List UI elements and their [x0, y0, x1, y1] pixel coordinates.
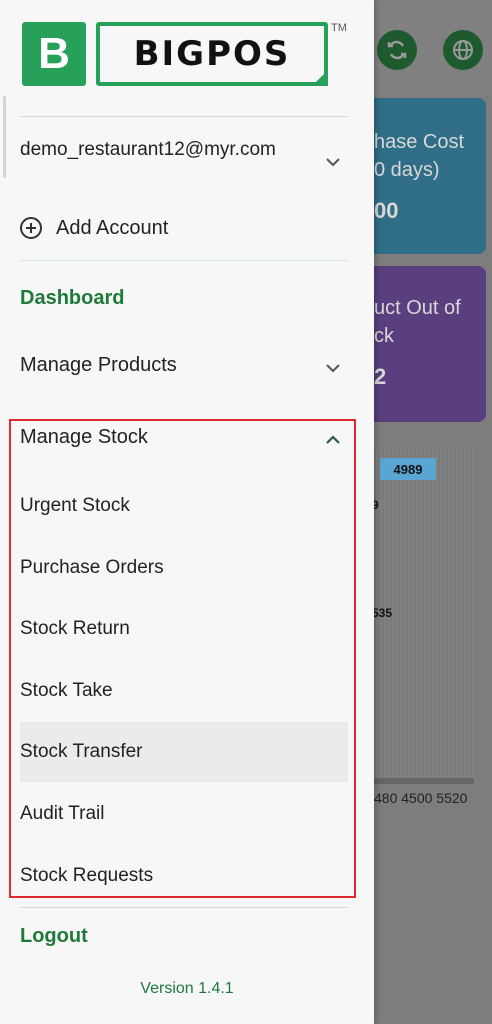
- card-subtitle: ck: [374, 325, 394, 347]
- plus-circle-icon: [20, 217, 42, 239]
- card-value: 2: [374, 364, 387, 389]
- menu-item-manage-stock[interactable]: Manage Stock: [20, 426, 148, 449]
- refresh-button[interactable]: [377, 30, 417, 70]
- out-of-stock-card: uct Out of ck 2: [374, 266, 486, 422]
- drawer-scrollbar[interactable]: [3, 96, 6, 178]
- submenu-audit-trail[interactable]: Audit Trail: [20, 784, 348, 844]
- chevron-down-icon: [326, 158, 340, 167]
- chevron-down-icon: [326, 364, 340, 373]
- logo-corner-accent: [312, 70, 328, 86]
- menu-item-manage-products[interactable]: Manage Products: [20, 354, 177, 377]
- submenu-purchase-orders[interactable]: Purchase Orders: [20, 538, 348, 598]
- menu-item-dashboard[interactable]: Dashboard: [20, 287, 124, 310]
- trademark-symbol: TM: [331, 22, 347, 34]
- divider: [20, 907, 348, 908]
- card-value: 00: [374, 198, 399, 223]
- submenu-stock-take[interactable]: Stock Take: [20, 661, 348, 721]
- brand-logo-wordmark: BIGPOS: [96, 22, 328, 86]
- divider: [20, 260, 348, 261]
- submenu-stock-return[interactable]: Stock Return: [20, 599, 348, 659]
- add-account-label: Add Account: [56, 216, 169, 239]
- chart-tag: 4989: [380, 458, 436, 480]
- submenu-stock-requests[interactable]: Stock Requests: [20, 846, 348, 906]
- manage-stock-collapse[interactable]: [323, 430, 343, 450]
- card-subtitle: 0 days): [374, 159, 440, 181]
- brand-logo-text: BIGPOS: [133, 34, 291, 74]
- account-expand-button[interactable]: [323, 152, 343, 172]
- manage-products-expand[interactable]: [323, 358, 343, 378]
- refresh-icon: [387, 40, 407, 60]
- account-email[interactable]: demo_restaurant12@myr.com: [20, 136, 310, 164]
- app-version: Version 1.4.1: [140, 980, 234, 997]
- navigation-drawer: B BIGPOS TM demo_restaurant12@myr.com Ad…: [0, 0, 374, 1024]
- submenu-urgent-stock[interactable]: Urgent Stock: [20, 476, 348, 536]
- card-title: hase Cost: [374, 131, 465, 153]
- purchase-cost-card: hase Cost 0 days) 00: [374, 98, 486, 254]
- menu-item-logout[interactable]: Logout: [20, 925, 88, 948]
- card-title: uct Out of: [374, 297, 461, 319]
- submenu-stock-transfer[interactable]: Stock Transfer: [20, 722, 348, 782]
- chart-label: 535: [372, 606, 393, 620]
- divider: [20, 116, 348, 117]
- chevron-up-icon: [326, 435, 340, 444]
- brand-logo-mark: B: [22, 22, 86, 86]
- globe-icon: [453, 40, 473, 60]
- chart-axis: [374, 778, 474, 784]
- add-account-button[interactable]: Add Account: [20, 212, 168, 244]
- language-button[interactable]: [443, 30, 483, 70]
- axis-labels: 480 4500 5520: [374, 790, 468, 806]
